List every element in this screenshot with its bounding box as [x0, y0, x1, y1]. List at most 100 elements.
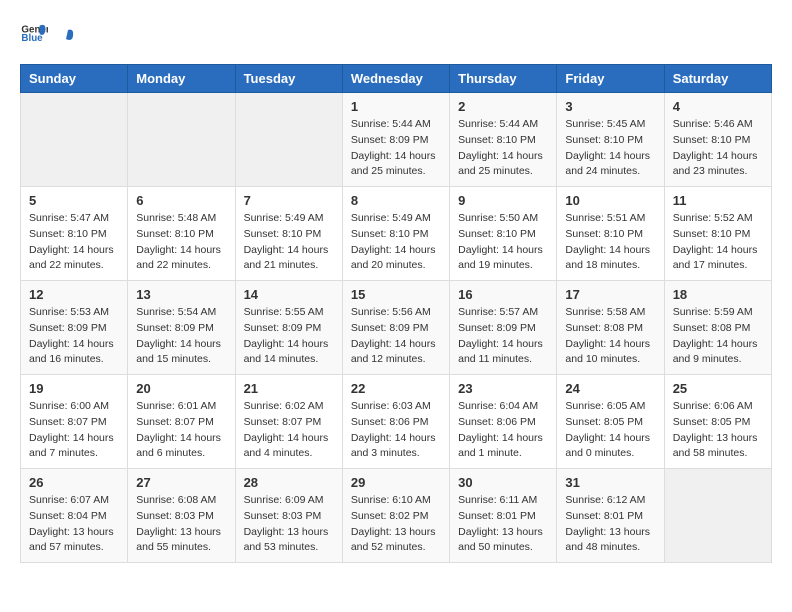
logo-icon: General Blue — [20, 20, 48, 48]
calendar-cell: 5 Sunrise: 5:47 AM Sunset: 8:10 PM Daylig… — [21, 187, 128, 281]
calendar-cell: 2Sunrise: 5:44 AM Sunset: 8:10 PM Daylig… — [450, 93, 557, 187]
page-header: General Blue — [20, 20, 772, 48]
day-number: 26 — [29, 475, 119, 490]
day-info: Sunrise: 5:53 AM Sunset: 8:09 PM Dayligh… — [29, 305, 119, 368]
calendar-cell: 20 Sunrise: 6:01 AM Sunset: 8:07 PM Dayli… — [128, 375, 235, 469]
calendar-cell: 7 Sunrise: 5:49 AM Sunset: 8:10 PM Daylig… — [235, 187, 342, 281]
calendar-cell: 23 Sunrise: 6:04 AM Sunset: 8:06 PM Dayli… — [450, 375, 557, 469]
calendar-cell: 30 Sunrise: 6:11 AM Sunset: 8:01 PM Dayli… — [450, 469, 557, 563]
day-number: 21 — [244, 381, 334, 396]
day-info: Sunrise: 5:59 AM Sunset: 8:08 PM Dayligh… — [673, 305, 763, 368]
weekday-header-sunday: Sunday — [21, 65, 128, 93]
calendar-cell: 19 Sunrise: 6:00 AM Sunset: 8:07 PM Dayli… — [21, 375, 128, 469]
day-info: Sunrise: 6:07 AM Sunset: 8:04 PM Dayligh… — [29, 493, 119, 556]
day-number: 2 — [458, 99, 548, 114]
day-info: Sunrise: 5:49 AM Sunset: 8:10 PM Dayligh… — [351, 211, 441, 274]
day-info: Sunrise: 5:56 AM Sunset: 8:09 PM Dayligh… — [351, 305, 441, 368]
calendar-cell: 31 Sunrise: 6:12 AM Sunset: 8:01 PM Dayli… — [557, 469, 664, 563]
day-number: 15 — [351, 287, 441, 302]
day-info: Sunrise: 5:50 AM Sunset: 8:10 PM Dayligh… — [458, 211, 548, 274]
day-info: Sunrise: 6:02 AM Sunset: 8:07 PM Dayligh… — [244, 399, 334, 462]
day-number: 17 — [565, 287, 655, 302]
day-info: Sunrise: 6:05 AM Sunset: 8:05 PM Dayligh… — [565, 399, 655, 462]
day-info: Sunrise: 5:52 AM Sunset: 8:10 PM Dayligh… — [673, 211, 763, 274]
day-number: 30 — [458, 475, 548, 490]
day-number: 27 — [136, 475, 226, 490]
day-number: 1 — [351, 99, 441, 114]
calendar-cell: 22Sunrise: 6:03 AM Sunset: 8:06 PM Dayli… — [342, 375, 449, 469]
calendar-cell: 21 Sunrise: 6:02 AM Sunset: 8:07 PM Dayli… — [235, 375, 342, 469]
day-number: 18 — [673, 287, 763, 302]
weekday-header-wednesday: Wednesday — [342, 65, 449, 93]
calendar-cell: 15 Sunrise: 5:56 AM Sunset: 8:09 PM Dayli… — [342, 281, 449, 375]
day-number: 11 — [673, 193, 763, 208]
calendar-cell: 10 Sunrise: 5:51 AM Sunset: 8:10 PM Dayli… — [557, 187, 664, 281]
calendar-cell: 9 Sunrise: 5:50 AM Sunset: 8:10 PM Daylig… — [450, 187, 557, 281]
day-info: Sunrise: 5:45 AM Sunset: 8:10 PM Dayligh… — [565, 117, 655, 180]
day-info: Sunrise: 5:58 AM Sunset: 8:08 PM Dayligh… — [565, 305, 655, 368]
calendar-cell: 8 Sunrise: 5:49 AM Sunset: 8:10 PM Daylig… — [342, 187, 449, 281]
calendar-cell: 16Sunrise: 5:57 AM Sunset: 8:09 PM Dayli… — [450, 281, 557, 375]
day-number: 13 — [136, 287, 226, 302]
day-info: Sunrise: 6:01 AM Sunset: 8:07 PM Dayligh… — [136, 399, 226, 462]
day-info: Sunrise: 5:44 AM Sunset: 8:09 PM Dayligh… — [351, 117, 441, 180]
day-number: 31 — [565, 475, 655, 490]
day-number: 12 — [29, 287, 119, 302]
calendar-table: SundayMondayTuesdayWednesdayThursdayFrid… — [20, 64, 772, 563]
calendar-cell: 11 Sunrise: 5:52 AM Sunset: 8:10 PM Dayli… — [664, 187, 771, 281]
day-number: 7 — [244, 193, 334, 208]
day-number: 20 — [136, 381, 226, 396]
day-info: Sunrise: 6:00 AM Sunset: 8:07 PM Dayligh… — [29, 399, 119, 462]
day-number: 10 — [565, 193, 655, 208]
day-info: Sunrise: 6:08 AM Sunset: 8:03 PM Dayligh… — [136, 493, 226, 556]
calendar-cell: 29 Sunrise: 6:10 AM Sunset: 8:02 PM Dayli… — [342, 469, 449, 563]
calendar-cell: 17 Sunrise: 5:58 AM Sunset: 8:08 PM Dayli… — [557, 281, 664, 375]
day-info: Sunrise: 5:47 AM Sunset: 8:10 PM Dayligh… — [29, 211, 119, 274]
day-number: 29 — [351, 475, 441, 490]
day-info: Sunrise: 6:04 AM Sunset: 8:06 PM Dayligh… — [458, 399, 548, 462]
day-info: Sunrise: 6:12 AM Sunset: 8:01 PM Dayligh… — [565, 493, 655, 556]
calendar-cell — [235, 93, 342, 187]
calendar-cell: 14 Sunrise: 5:55 AM Sunset: 8:09 PM Dayli… — [235, 281, 342, 375]
calendar-cell — [21, 93, 128, 187]
day-number: 16 — [458, 287, 548, 302]
day-number: 3 — [565, 99, 655, 114]
calendar-cell — [128, 93, 235, 187]
calendar-cell: 25 Sunrise: 6:06 AM Sunset: 8:05 PM Dayli… — [664, 375, 771, 469]
day-number: 24 — [565, 381, 655, 396]
calendar-cell: 12 Sunrise: 5:53 AM Sunset: 8:09 PM Dayli… — [21, 281, 128, 375]
calendar-cell: 1 Sunrise: 5:44 AM Sunset: 8:09 PM Daylig… — [342, 93, 449, 187]
day-number: 8 — [351, 193, 441, 208]
weekday-header-monday: Monday — [128, 65, 235, 93]
calendar-cell: 18 Sunrise: 5:59 AM Sunset: 8:08 PM Dayli… — [664, 281, 771, 375]
calendar-cell: 4Sunrise: 5:46 AM Sunset: 8:10 PM Daylig… — [664, 93, 771, 187]
calendar-cell: 13 Sunrise: 5:54 AM Sunset: 8:09 PM Dayli… — [128, 281, 235, 375]
calendar-cell: 26 Sunrise: 6:07 AM Sunset: 8:04 PM Dayli… — [21, 469, 128, 563]
day-info: Sunrise: 5:55 AM Sunset: 8:09 PM Dayligh… — [244, 305, 334, 368]
weekday-header-tuesday: Tuesday — [235, 65, 342, 93]
weekday-header-friday: Friday — [557, 65, 664, 93]
calendar-cell: 3 Sunrise: 5:45 AM Sunset: 8:10 PM Daylig… — [557, 93, 664, 187]
logo: General Blue — [20, 20, 76, 48]
day-number: 23 — [458, 381, 548, 396]
calendar-cell: 28Sunrise: 6:09 AM Sunset: 8:03 PM Dayli… — [235, 469, 342, 563]
day-info: Sunrise: 6:11 AM Sunset: 8:01 PM Dayligh… — [458, 493, 548, 556]
day-info: Sunrise: 5:49 AM Sunset: 8:10 PM Dayligh… — [244, 211, 334, 274]
day-info: Sunrise: 5:46 AM Sunset: 8:10 PM Dayligh… — [673, 117, 763, 180]
day-number: 9 — [458, 193, 548, 208]
day-info: Sunrise: 5:51 AM Sunset: 8:10 PM Dayligh… — [565, 211, 655, 274]
day-number: 14 — [244, 287, 334, 302]
day-number: 22 — [351, 381, 441, 396]
day-number: 6 — [136, 193, 226, 208]
weekday-header-saturday: Saturday — [664, 65, 771, 93]
day-number: 5 — [29, 193, 119, 208]
day-info: Sunrise: 6:06 AM Sunset: 8:05 PM Dayligh… — [673, 399, 763, 462]
day-info: Sunrise: 5:48 AM Sunset: 8:10 PM Dayligh… — [136, 211, 226, 274]
day-info: Sunrise: 5:54 AM Sunset: 8:09 PM Dayligh… — [136, 305, 226, 368]
calendar-cell — [664, 469, 771, 563]
day-number: 19 — [29, 381, 119, 396]
calendar-cell: 27 Sunrise: 6:08 AM Sunset: 8:03 PM Dayli… — [128, 469, 235, 563]
day-info: Sunrise: 6:10 AM Sunset: 8:02 PM Dayligh… — [351, 493, 441, 556]
day-number: 25 — [673, 381, 763, 396]
logo-bird-icon — [54, 26, 76, 48]
